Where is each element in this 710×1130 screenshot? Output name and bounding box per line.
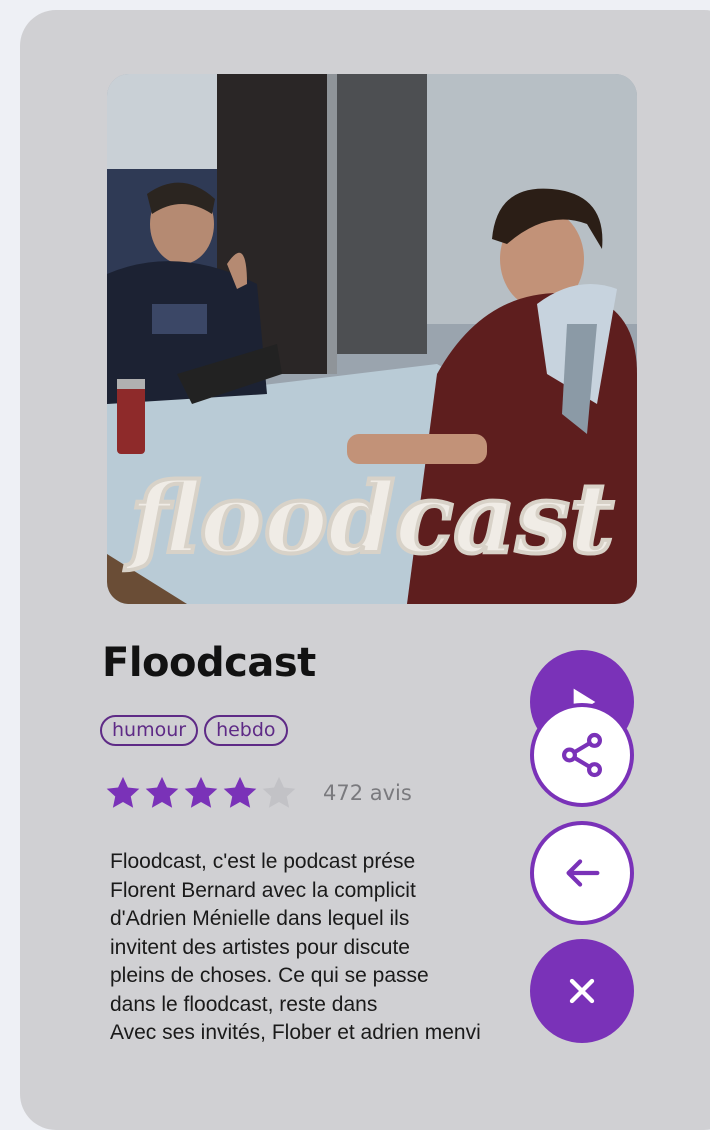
share-icon: [562, 732, 602, 778]
tag-humour[interactable]: humour: [100, 715, 199, 746]
podcast-cover-image: floodcast: [107, 74, 637, 604]
close-icon: [569, 978, 595, 1004]
close-button[interactable]: [530, 939, 634, 1043]
cover-logo-text: floodcast: [124, 462, 614, 575]
podcast-title: Floodcast: [102, 640, 316, 686]
share-button[interactable]: [530, 703, 634, 807]
review-count: 472 avis: [323, 781, 412, 805]
star-icon: [223, 776, 257, 808]
tag-list: humour hebdo: [100, 715, 288, 746]
star-icon: [184, 776, 218, 808]
tag-hebdo[interactable]: hebdo: [204, 715, 288, 746]
star-icon: [106, 776, 140, 808]
rating: 472 avis: [104, 774, 412, 812]
star-icon: [145, 776, 179, 808]
star-icon: [262, 776, 296, 808]
back-button[interactable]: [530, 821, 634, 925]
arrow-left-icon: [566, 859, 600, 887]
podcast-card: floodcast Floodcast humour hebdo 472 avi…: [20, 10, 710, 1130]
